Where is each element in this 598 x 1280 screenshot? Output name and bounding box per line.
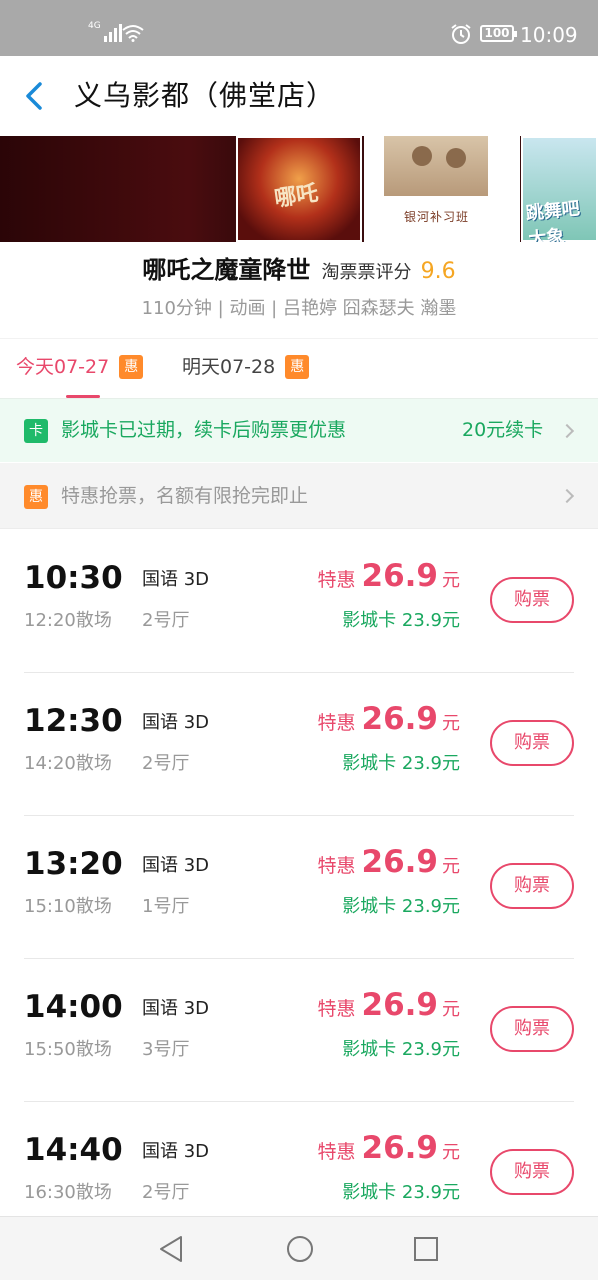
showtime-row[interactable]: 14:40 16:30散场 国语 3D 2号厅 特惠 26.9 元 影城卡 23.9… — [0, 1102, 598, 1216]
header: 义乌影都（佛堂店） — [0, 56, 598, 136]
score-value: 9.6 — [420, 259, 456, 284]
score-label: 淘票票评分 — [321, 262, 412, 283]
discount-price: 特惠 26.9 元 — [317, 1130, 460, 1166]
language-format: 国语 3D — [142, 712, 210, 733]
poster-carousel[interactable]: 哪吒 银河补习班 跳舞吧大象 — [0, 136, 598, 242]
discount-price: 特惠 26.9 元 — [317, 844, 460, 880]
start-time: 14:40 — [24, 1132, 123, 1168]
card-price: 影城卡 23.9元 — [342, 1182, 460, 1203]
price-unit: 元 — [442, 713, 460, 734]
language-format: 国语 3D — [142, 569, 210, 590]
poster-title: 跳舞吧大象 — [524, 198, 581, 242]
price-label: 特惠 — [317, 1141, 356, 1163]
start-time: 13:20 — [24, 846, 123, 882]
buy-ticket-button[interactable]: 购票 — [490, 720, 574, 766]
discount-price: 特惠 26.9 元 — [317, 701, 460, 737]
signal-icon: 4G — [88, 22, 122, 42]
poster-item[interactable]: 跳舞吧大象 — [521, 136, 598, 242]
clock: 10:09 — [520, 23, 578, 47]
wifi-icon — [122, 25, 144, 42]
price-unit: 元 — [442, 570, 460, 591]
back-triangle-icon[interactable] — [157, 1234, 185, 1264]
poster-title: 哪吒 — [272, 181, 320, 212]
promo-banner[interactable]: 惠 特惠抢票，名额有限抢完即止 — [0, 463, 598, 529]
showtime-list: 10:30 12:20散场 国语 3D 2号厅 特惠 26.9 元 影城卡 23.9… — [0, 530, 598, 1216]
discount-price: 特惠 26.9 元 — [317, 558, 460, 594]
date-tabs: 今天07-27 惠 明天07-28 惠 — [0, 338, 598, 398]
end-time: 12:20散场 — [24, 610, 112, 631]
showtime-row[interactable]: 10:30 12:20散场 国语 3D 2号厅 特惠 26.9 元 影城卡 23.9… — [0, 530, 598, 673]
page-title: 义乌影都（佛堂店） — [74, 79, 336, 112]
hall: 2号厅 — [142, 753, 190, 774]
movie-name: 哪吒之魔童降世 — [142, 256, 311, 284]
language-format: 国语 3D — [142, 855, 210, 876]
buy-ticket-button[interactable]: 购票 — [490, 863, 574, 909]
card-price: 影城卡 23.9元 — [342, 1039, 460, 1060]
chevron-left-icon[interactable] — [22, 80, 50, 112]
hall: 2号厅 — [142, 1182, 190, 1203]
buy-ticket-button[interactable]: 购票 — [490, 1149, 574, 1195]
promo-banner-text: 特惠抢票，名额有限抢完即止 — [61, 485, 309, 507]
buy-ticket-button[interactable]: 购票 — [490, 577, 574, 623]
card-banner-text: 影城卡已过期，续卡后购票更优惠 — [61, 419, 347, 441]
card-price: 影城卡 23.9元 — [342, 753, 460, 774]
battery-icon: 100 — [480, 25, 517, 42]
status-bar: 4G 100 10:09 — [0, 0, 598, 56]
price-label: 特惠 — [317, 855, 356, 877]
end-time: 15:50散场 — [24, 1039, 112, 1060]
showtime-row[interactable]: 12:30 14:20散场 国语 3D 2号厅 特惠 26.9 元 影城卡 23.9… — [0, 673, 598, 816]
network-type: 4G — [88, 21, 101, 31]
language-format: 国语 3D — [142, 1141, 210, 1162]
discount-price: 特惠 26.9 元 — [317, 987, 460, 1023]
start-time: 14:00 — [24, 989, 123, 1025]
recents-square-icon[interactable] — [413, 1234, 439, 1264]
buy-ticket-button[interactable]: 购票 — [490, 1006, 574, 1052]
start-time: 12:30 — [24, 703, 123, 739]
end-time: 16:30散场 — [24, 1182, 112, 1203]
price-value: 26.9 — [361, 844, 439, 880]
poster-item-selected[interactable]: 哪吒 — [236, 136, 362, 242]
start-time: 10:30 — [24, 560, 123, 596]
hall: 3号厅 — [142, 1039, 190, 1060]
language-format: 国语 3D — [142, 998, 210, 1019]
poster-photo — [384, 136, 488, 196]
price-label: 特惠 — [317, 712, 356, 734]
price-label: 特惠 — [317, 569, 356, 591]
movie-info: 哪吒之魔童降世 淘票票评分 9.6 110分钟 | 动画 | 吕艳婷 囧森瑟夫 … — [0, 242, 598, 338]
poster-title: 银河补习班 — [404, 210, 470, 224]
movie-title-line: 哪吒之魔童降世 淘票票评分 9.6 — [0, 254, 598, 286]
discount-badge: 惠 — [24, 485, 48, 509]
price-unit: 元 — [442, 1142, 460, 1163]
hall: 2号厅 — [142, 610, 190, 631]
end-time: 14:20散场 — [24, 753, 112, 774]
price-value: 26.9 — [361, 987, 439, 1023]
member-card-banner[interactable]: 卡 影城卡已过期，续卡后购票更优惠 20元续卡 — [0, 398, 598, 462]
alarm-icon — [451, 24, 471, 44]
end-time: 15:10散场 — [24, 896, 112, 917]
tab-today[interactable]: 今天07-27 惠 — [16, 353, 144, 381]
price-label: 特惠 — [317, 998, 356, 1020]
tab-label: 今天07-27 — [16, 356, 110, 378]
tab-tomorrow[interactable]: 明天07-28 惠 — [182, 353, 310, 381]
system-navigation-bar — [0, 1216, 598, 1280]
movie-meta: 110分钟 | 动画 | 吕艳婷 囧森瑟夫 瀚墨 — [141, 298, 457, 319]
card-price: 影城卡 23.9元 — [342, 896, 460, 917]
discount-badge: 惠 — [119, 355, 144, 379]
price-value: 26.9 — [361, 701, 439, 737]
price-value: 26.9 — [361, 558, 439, 594]
tab-label: 明天07-28 — [182, 356, 276, 378]
poster-item[interactable] — [0, 136, 235, 242]
poster-item[interactable]: 银河补习班 — [364, 136, 520, 242]
discount-badge: 惠 — [285, 355, 310, 379]
card-badge: 卡 — [24, 419, 48, 443]
renew-card-link[interactable]: 20元续卡 — [462, 416, 543, 444]
price-unit: 元 — [442, 999, 460, 1020]
price-value: 26.9 — [361, 1130, 439, 1166]
showtime-row[interactable]: 14:00 15:50散场 国语 3D 3号厅 特惠 26.9 元 影城卡 23.9… — [0, 959, 598, 1102]
hall: 1号厅 — [142, 896, 190, 917]
price-unit: 元 — [442, 856, 460, 877]
card-price: 影城卡 23.9元 — [342, 610, 460, 631]
home-circle-icon[interactable] — [285, 1234, 315, 1264]
showtime-row[interactable]: 13:20 15:10散场 国语 3D 1号厅 特惠 26.9 元 影城卡 23.9… — [0, 816, 598, 959]
